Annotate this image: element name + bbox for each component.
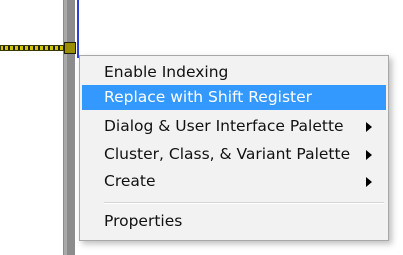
data-wire[interactable] bbox=[0, 45, 66, 51]
menu-item-label: Cluster, Class, & Variant Palette bbox=[104, 145, 351, 163]
loop-tunnel[interactable] bbox=[64, 42, 76, 54]
submenu-arrow-icon bbox=[366, 122, 372, 132]
menu-item-label: Enable Indexing bbox=[104, 63, 229, 81]
submenu-arrow-icon bbox=[366, 150, 372, 160]
menu-item-properties[interactable]: Properties bbox=[82, 209, 386, 234]
frame-inner-border-line bbox=[77, 0, 79, 58]
menu-item-label: Dialog & User Interface Palette bbox=[104, 117, 344, 135]
menu-item-label: Replace with Shift Register bbox=[104, 88, 313, 106]
loop-frame-highlight bbox=[64, 0, 67, 255]
menu-item-dialog-ui-palette[interactable]: Dialog & User Interface Palette bbox=[82, 114, 386, 139]
menu-item-create[interactable]: Create bbox=[82, 169, 386, 194]
menu-item-label: Properties bbox=[104, 212, 183, 230]
menu-item-replace-with-shift-register[interactable]: Replace with Shift Register bbox=[82, 85, 386, 110]
menu-item-cluster-class-variant-palette[interactable]: Cluster, Class, & Variant Palette bbox=[82, 142, 386, 167]
context-menu: Enable Indexing Replace with Shift Regis… bbox=[79, 55, 389, 241]
submenu-arrow-icon bbox=[366, 177, 372, 187]
menu-separator bbox=[104, 202, 384, 204]
menu-item-label: Create bbox=[104, 172, 156, 190]
menu-item-enable-indexing[interactable]: Enable Indexing bbox=[82, 60, 386, 85]
